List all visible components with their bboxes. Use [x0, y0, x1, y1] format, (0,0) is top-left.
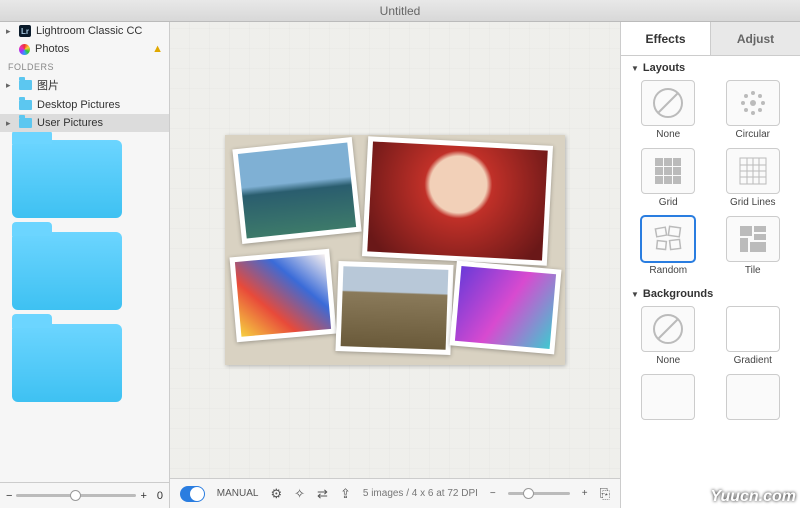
sidebar-item-label: Photos [35, 43, 69, 55]
sidebar-bottom-bar: − + 0 [0, 482, 169, 508]
mode-label: MANUAL [217, 488, 259, 499]
zoom-in-icon[interactable]: + [582, 488, 588, 499]
window-title: Untitled [380, 4, 421, 18]
folder-icon [19, 80, 32, 90]
collage-photo[interactable] [449, 261, 561, 355]
backgrounds-header[interactable]: ▼ Backgrounds [631, 288, 790, 300]
export-icon[interactable]: ⇪ [340, 486, 351, 502]
folders-preview [0, 132, 169, 482]
chevron-down-icon: ▼ [631, 64, 639, 73]
grid-icon [641, 148, 695, 194]
layouts-header[interactable]: ▼ Layouts [631, 62, 790, 74]
collage-photo[interactable] [362, 136, 553, 266]
sidebar-item-label: User Pictures [37, 117, 103, 129]
layout-label: Tile [745, 265, 761, 276]
collage-photo[interactable] [232, 137, 361, 244]
window-body: ▸ Lr Lightroom Classic CC Photos ▲ FOLDE… [0, 22, 800, 508]
folder-large-icon[interactable] [12, 324, 122, 402]
folder-icon [19, 118, 32, 128]
zoom-out-icon[interactable]: − [490, 488, 496, 499]
folder-large-icon[interactable] [12, 140, 122, 218]
none-icon [641, 80, 695, 126]
sidebar-item-photos[interactable]: Photos ▲ [0, 40, 169, 58]
sidebar-sources: ▸ Lr Lightroom Classic CC Photos ▲ [0, 22, 169, 58]
background-option-extra2[interactable] [716, 374, 791, 420]
chevron-right-icon[interactable]: ▸ [6, 26, 14, 37]
sidebar-item-label: 图片 [37, 77, 59, 93]
layout-option-grid[interactable]: Grid [631, 148, 706, 208]
chevron-right-icon[interactable]: ▸ [6, 118, 14, 129]
sidebar-folders-header: FOLDERS [0, 58, 169, 74]
warning-icon: ▲ [152, 43, 163, 55]
collage-document[interactable] [225, 135, 565, 365]
tab-effects[interactable]: Effects [621, 22, 710, 56]
sidebar-toggle-icon[interactable]: ⎘ [600, 486, 610, 502]
layouts-header-label: Layouts [643, 62, 685, 74]
background-label: Gradient [734, 355, 772, 366]
magic-wand-icon[interactable]: ✧ [294, 486, 305, 502]
background-swatch-icon [726, 374, 780, 420]
sidebar-item-desktop-pictures[interactable]: Desktop Pictures [0, 96, 169, 114]
canvas-area: MANUAL ⚙︎ ✧ ⇄ ⇪ 5 images / 4 x 6 at 72 D… [170, 22, 620, 508]
layouts-grid: None Circular Grid Grid Lines [631, 80, 790, 276]
sidebar-item-user-pictures[interactable]: ▸ User Pictures [0, 114, 169, 132]
zoom-in-icon[interactable]: + [140, 490, 146, 502]
layouts-section: ▼ Layouts None Circular Grid [621, 56, 800, 282]
layout-option-random[interactable]: Random [631, 216, 706, 276]
titlebar[interactable]: Untitled [0, 0, 800, 22]
random-icon [641, 216, 695, 262]
layout-label: Circular [736, 129, 770, 140]
layout-option-tile[interactable]: Tile [716, 216, 791, 276]
background-option-extra1[interactable] [631, 374, 706, 420]
chevron-right-icon[interactable]: ▸ [6, 80, 14, 91]
zoom-slider[interactable] [508, 492, 570, 495]
tab-adjust[interactable]: Adjust [710, 22, 800, 56]
sidebar-folders: ▸ 图片 Desktop Pictures ▸ User Pictures [0, 74, 169, 132]
chevron-down-icon: ▼ [631, 290, 639, 299]
zoom-slider[interactable] [16, 494, 136, 497]
sidebar: ▸ Lr Lightroom Classic CC Photos ▲ FOLDE… [0, 22, 170, 508]
tile-icon [726, 216, 780, 262]
layout-label: Grid Lines [730, 197, 776, 208]
folder-icon [19, 100, 32, 110]
panel-tabs: Effects Adjust [621, 22, 800, 56]
gridlines-icon [726, 148, 780, 194]
collage-photo[interactable] [335, 261, 453, 355]
background-swatch-icon [641, 374, 695, 420]
circular-icon [726, 80, 780, 126]
canvas[interactable] [170, 22, 620, 478]
backgrounds-grid: None Gradient [631, 306, 790, 420]
layout-option-none[interactable]: None [631, 80, 706, 140]
background-option-gradient[interactable]: Gradient [716, 306, 791, 366]
background-label: None [656, 355, 680, 366]
layout-label: Random [649, 265, 687, 276]
folder-large-icon[interactable] [12, 232, 122, 310]
zoom-value: 0 [157, 490, 163, 502]
right-panel: Effects Adjust ▼ Layouts None Circular [620, 22, 800, 508]
background-option-none[interactable]: None [631, 306, 706, 366]
gradient-icon [726, 306, 780, 352]
app-window: Untitled ▸ Lr Lightroom Classic CC Photo… [0, 0, 800, 508]
lightroom-icon: Lr [19, 25, 31, 37]
photos-icon [19, 44, 30, 55]
backgrounds-section: ▼ Backgrounds None Gradient [621, 282, 800, 426]
backgrounds-header-label: Backgrounds [643, 288, 713, 300]
collage-photo[interactable] [229, 249, 336, 342]
sidebar-item-label: Desktop Pictures [37, 99, 120, 111]
sidebar-item-lightroom[interactable]: ▸ Lr Lightroom Classic CC [0, 22, 169, 40]
layout-option-circular[interactable]: Circular [716, 80, 791, 140]
status-text: 5 images / 4 x 6 at 72 DPI [363, 488, 478, 499]
gear-icon[interactable]: ⚙︎ [270, 486, 282, 502]
layout-label: None [656, 129, 680, 140]
layout-option-gridlines[interactable]: Grid Lines [716, 148, 791, 208]
none-icon [641, 306, 695, 352]
manual-toggle[interactable] [180, 486, 205, 502]
zoom-out-icon[interactable]: − [6, 490, 12, 502]
sidebar-item-pictures[interactable]: ▸ 图片 [0, 74, 169, 96]
sidebar-item-label: Lightroom Classic CC [36, 25, 142, 37]
shuffle-icon[interactable]: ⇄ [317, 486, 328, 502]
layout-label: Grid [659, 197, 678, 208]
bottom-toolbar: MANUAL ⚙︎ ✧ ⇄ ⇪ 5 images / 4 x 6 at 72 D… [170, 478, 620, 508]
